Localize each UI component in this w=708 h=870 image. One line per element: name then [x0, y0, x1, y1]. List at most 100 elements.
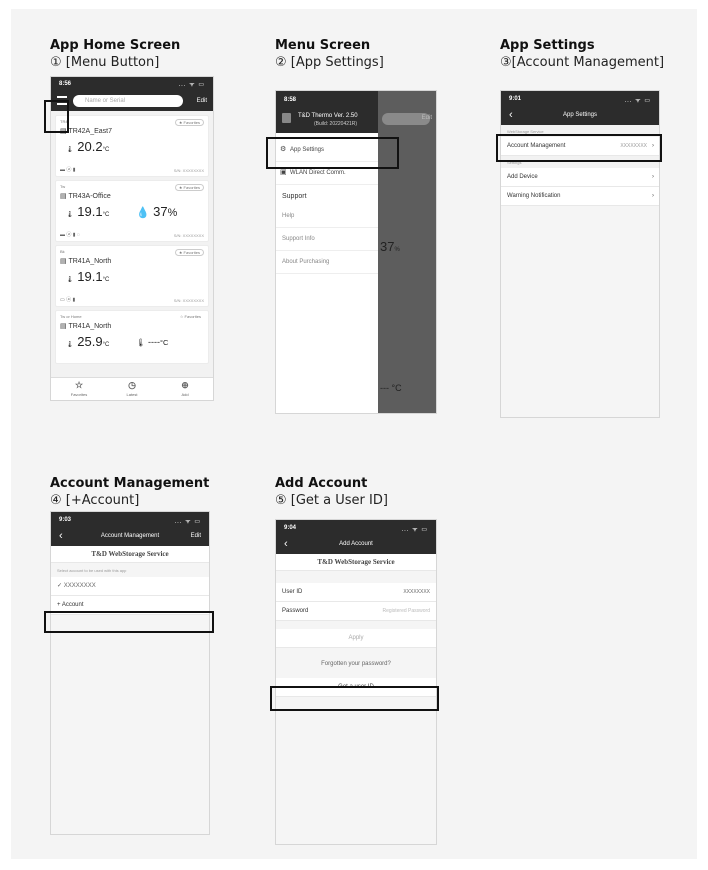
- step-3-caption: App Settings ③[Account Management]: [500, 38, 664, 71]
- account-row[interactable]: ✓ XXXXXXXX: [51, 577, 209, 596]
- device-name: ▤ TR41A_North: [60, 323, 112, 330]
- clock-icon: ◷: [128, 380, 136, 390]
- step-instruction: ④ [+Account]: [50, 493, 140, 508]
- search-input[interactable]: Name or Serial: [73, 95, 183, 107]
- drawer-header: 8:58 T&D Thermo Ver. 2.50 (Build: 202204…: [276, 91, 378, 133]
- step-title: App Home Screen: [50, 38, 181, 53]
- nav-title: Account Management: [100, 533, 160, 539]
- reading: 🌡 19.1°C: [66, 204, 110, 219]
- app-version: T&D Thermo Ver. 2.50: [298, 113, 358, 119]
- account-note: Select account to be used with this app: [57, 568, 127, 573]
- status-bar: 8:56 ... ᯤ ▭: [51, 77, 213, 91]
- app-icon: [282, 113, 291, 123]
- device-card[interactable]: Bk ★ Favorites ▤ TR41A_North 🌡 19.1°C ▭ …: [55, 245, 209, 307]
- nav-bar: ‹ Account Management Edit: [51, 528, 209, 546]
- dimmed-edit: Edit: [421, 115, 432, 121]
- humidity-reading: 💧 37%: [136, 204, 178, 219]
- tab-latest[interactable]: ◷ Latest: [107, 380, 157, 400]
- step-5-caption: Add Account ⑤ [Get a User ID]: [275, 476, 388, 509]
- dimmed-value: 37%: [380, 239, 400, 254]
- add-account-highlight: [44, 611, 214, 633]
- step-instruction: ③[Account Management]: [500, 55, 665, 70]
- account-management-screen: 9:03 ... ᯤ ▭ ‹ Account Management Edit T…: [50, 511, 210, 835]
- edit-button[interactable]: Edit: [197, 95, 207, 107]
- step-instruction: ⑤ [Get a User ID]: [275, 493, 388, 508]
- status-icons: ... ᯤ ▭: [624, 98, 651, 104]
- back-icon[interactable]: ‹: [284, 536, 288, 552]
- step-2-caption: Menu Screen ② [App Settings]: [275, 38, 384, 71]
- status-time: 8:56: [59, 81, 72, 87]
- secondary-reading: 🌡 ----°C: [136, 337, 169, 347]
- menu-item-about-purchasing[interactable]: About Purchasing: [276, 251, 378, 274]
- account-management-highlight: [496, 134, 662, 162]
- back-icon[interactable]: ‹: [59, 528, 63, 544]
- check-icon: ✓: [57, 583, 63, 589]
- status-bar: 9:03 ... ᯤ ▭: [51, 512, 209, 528]
- device-name: ▤ TR43A-Office: [60, 193, 111, 200]
- card-group: Tw or Home: [60, 314, 82, 319]
- app-build: (Build: 20220421R): [314, 121, 358, 127]
- star-icon: ☆: [74, 380, 84, 390]
- favorite-badge[interactable]: ★ Favorites: [174, 249, 204, 256]
- step-4-caption: Account Management ④ [+Account]: [50, 476, 209, 509]
- status-icons: ... ᯤ ▭: [401, 527, 428, 533]
- favorite-badge[interactable]: ☆ Favorites: [177, 314, 204, 319]
- user-id-field[interactable]: User ID XXXXXXXX: [276, 583, 436, 602]
- password-placeholder: Registered Password: [382, 608, 430, 614]
- status-time: 9:04: [284, 525, 297, 531]
- instruction-sheet: App Home Screen ① [Menu Button] 8:56 ...…: [0, 0, 708, 870]
- nav-title: App Settings: [562, 112, 598, 118]
- add-device-row[interactable]: Add Device ›: [501, 168, 659, 187]
- password-label: Password: [282, 608, 309, 614]
- home-screen: 8:56 ... ᯤ ▭ Name or Serial Edit TR4 ★ F…: [50, 76, 214, 401]
- user-id-label: User ID: [282, 589, 303, 595]
- device-card[interactable]: TR4 ★ Favorites ▤ TR42A_East7 🌡 20.2°C ▬…: [55, 115, 209, 177]
- menu-item-help[interactable]: Help: [276, 205, 378, 228]
- device-status-icons: ▬ ⓐ ▮ ◌: [60, 232, 80, 238]
- add-account-screen: 9:04 ... ᯤ ▭ ‹ Add Account T&D WebStorag…: [275, 519, 437, 845]
- step-1-caption: App Home Screen ① [Menu Button]: [50, 38, 180, 71]
- add-icon: ⊕: [181, 380, 189, 390]
- step-title: App Settings: [500, 38, 595, 53]
- device-card[interactable]: Tw or Home ☆ Favorites ▤ TR41A_North 🌡 2…: [55, 310, 209, 364]
- warning-notification-row[interactable]: Warning Notification ›: [501, 187, 659, 206]
- apply-button[interactable]: Apply: [276, 629, 436, 648]
- user-id-value: XXXXXXXX: [403, 589, 430, 595]
- menu-item-support-info[interactable]: Support Info: [276, 228, 378, 251]
- dimmed-unit: --- °C: [380, 383, 402, 393]
- step-title: Add Account: [275, 476, 368, 491]
- app-settings-highlight: [266, 137, 399, 169]
- device-name: ▤ TR41A_North: [60, 258, 112, 265]
- forgot-password-link[interactable]: Forgotten your password?: [276, 656, 436, 672]
- edit-button[interactable]: Edit: [191, 528, 201, 544]
- status-icons: ... ᯤ ▭: [178, 82, 205, 88]
- serial-number: S/N: XXXXXXXX: [173, 298, 204, 303]
- nav-bar: ‹ App Settings: [501, 107, 659, 125]
- home-toolbar: Name or Serial Edit: [51, 91, 213, 111]
- card-group: Bk: [60, 249, 65, 254]
- favorite-badge[interactable]: ★ Favorites: [174, 184, 204, 191]
- device-list: TR4 ★ Favorites ▤ TR42A_East7 🌡 20.2°C ▬…: [51, 111, 213, 380]
- menu-button-highlight: [44, 100, 69, 133]
- chevron-right-icon: ›: [652, 174, 654, 180]
- status-time: 9:03: [59, 517, 72, 523]
- step-title: Menu Screen: [275, 38, 371, 53]
- device-status-icons: ▬ ⓐ ▮: [60, 167, 76, 173]
- service-title: T&D WebStorage Service: [51, 546, 209, 563]
- tab-favorites[interactable]: ☆ Favorites: [54, 380, 104, 400]
- card-group: Tw: [60, 184, 66, 189]
- account-id: XXXXXXXX: [63, 583, 96, 589]
- service-title: T&D WebStorage Service: [276, 554, 436, 571]
- back-icon[interactable]: ‹: [509, 107, 513, 123]
- favorite-badge[interactable]: ★ Favorites: [174, 119, 204, 126]
- reading: 🌡 19.1°C: [66, 269, 110, 284]
- serial-number: S/N: XXXXXXXX: [173, 168, 204, 173]
- get-user-id-highlight: [270, 686, 439, 711]
- device-card[interactable]: Tw ★ Favorites ▤ TR43A-Office 🌡 19.1°C 💧…: [55, 180, 209, 242]
- reading: 🌡 25.9°C: [66, 334, 110, 349]
- search-placeholder: Name or Serial: [85, 98, 126, 104]
- nav-title: Add Account: [339, 541, 373, 547]
- password-field[interactable]: Password Registered Password: [276, 602, 436, 621]
- tab-bar: ☆ Favorites ◷ Latest ⊕ Add: [51, 377, 213, 400]
- tab-add[interactable]: ⊕ Add: [160, 380, 210, 400]
